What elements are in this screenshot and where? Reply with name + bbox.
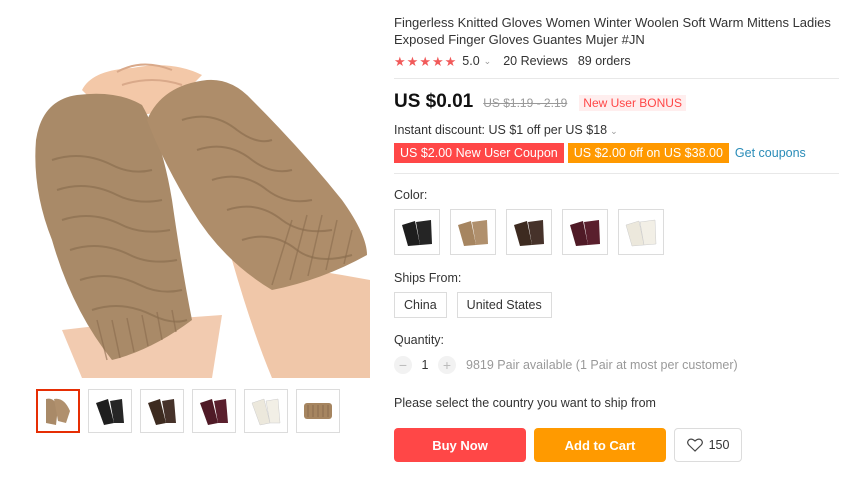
color-option-coffee[interactable] bbox=[506, 209, 552, 255]
main-product-image[interactable] bbox=[22, 30, 370, 378]
quantity-label: Quantity: bbox=[394, 333, 445, 347]
thumbnail-black[interactable] bbox=[88, 389, 132, 433]
divider bbox=[394, 78, 839, 79]
original-price: US $1.19 - 2.19 bbox=[483, 96, 568, 110]
chevron-down-icon: ⌄ bbox=[610, 126, 618, 136]
ship-from-china[interactable]: China bbox=[394, 292, 447, 318]
decrease-quantity-button[interactable]: − bbox=[394, 356, 412, 374]
instant-discount[interactable]: Instant discount: US $1 off per US $18 ⌄ bbox=[394, 123, 839, 137]
add-to-cart-button[interactable]: Add to Cart bbox=[534, 428, 666, 462]
rating-stars: ★ ★ ★ ★ ★ bbox=[394, 55, 456, 68]
product-info-panel: Fingerless Knitted Gloves Women Winter W… bbox=[394, 14, 839, 462]
heart-icon bbox=[686, 438, 703, 452]
thumbnail-ivory[interactable] bbox=[244, 389, 288, 433]
new-user-coupon[interactable]: US $2.00 New User Coupon bbox=[394, 143, 564, 163]
thumbnail-folded[interactable] bbox=[296, 389, 340, 433]
reviews-link[interactable]: 20 Reviews bbox=[503, 54, 568, 68]
product-title: Fingerless Knitted Gloves Women Winter W… bbox=[394, 15, 831, 47]
ships-from-options: China United States bbox=[394, 292, 839, 318]
get-coupons-link[interactable]: Get coupons bbox=[735, 146, 806, 160]
color-option-wine[interactable] bbox=[562, 209, 608, 255]
increase-quantity-button[interactable]: + bbox=[438, 356, 456, 374]
thumbnail-coffee[interactable] bbox=[140, 389, 184, 433]
rating-row: ★ ★ ★ ★ ★ 5.0 ⌄ 20 Reviews 89 orders bbox=[394, 54, 839, 68]
wishlist-button[interactable]: 150 bbox=[674, 428, 742, 462]
quantity-value[interactable]: 1 bbox=[412, 358, 438, 372]
star-icon: ★ bbox=[394, 53, 406, 69]
buy-now-button[interactable]: Buy Now bbox=[394, 428, 526, 462]
thumbnail-camel[interactable] bbox=[36, 389, 80, 433]
quantity-stepper: − 1 + 9819 Pair available (1 Pair at mos… bbox=[394, 356, 839, 374]
color-option-ivory[interactable] bbox=[618, 209, 664, 255]
color-option-camel[interactable] bbox=[450, 209, 496, 255]
divider bbox=[394, 173, 839, 174]
ship-from-united-states[interactable]: United States bbox=[456, 292, 552, 318]
orders-count: 89 orders bbox=[577, 54, 631, 68]
thumbnail-wine[interactable] bbox=[192, 389, 236, 433]
star-icon: ★ bbox=[419, 53, 431, 69]
availability-text: 9819 Pair available (1 Pair at most per … bbox=[466, 358, 738, 372]
color-option-black[interactable] bbox=[394, 209, 440, 255]
star-icon: ★ bbox=[431, 53, 444, 69]
color-swatches bbox=[394, 209, 839, 255]
shipping-note: Please select the country you want to sh… bbox=[394, 396, 656, 410]
current-price: US $0.01 bbox=[394, 91, 474, 112]
wishlist-count: 150 bbox=[708, 438, 730, 452]
star-icon: ★ bbox=[444, 53, 457, 69]
price-row: US $0.01 US $1.19 - 2.19 New User BONUS bbox=[394, 91, 839, 113]
instant-discount-text: Instant discount: US $1 off per US $18 bbox=[394, 123, 608, 137]
chevron-down-icon[interactable]: ⌄ bbox=[484, 56, 492, 67]
rating-value[interactable]: 5.0 bbox=[462, 54, 479, 68]
coupons-row: US $2.00 New User Coupon US $2.00 off on… bbox=[394, 143, 839, 163]
star-icon: ★ bbox=[406, 53, 419, 69]
ships-from-label: Ships From: bbox=[394, 271, 462, 285]
store-coupon[interactable]: US $2.00 off on US $38.00 bbox=[567, 143, 729, 163]
color-label: Color: bbox=[394, 188, 428, 202]
new-user-bonus-badge: New User BONUS bbox=[579, 95, 686, 111]
thumbnail-strip bbox=[36, 389, 340, 433]
action-buttons: Buy Now Add to Cart 150 bbox=[394, 428, 839, 462]
